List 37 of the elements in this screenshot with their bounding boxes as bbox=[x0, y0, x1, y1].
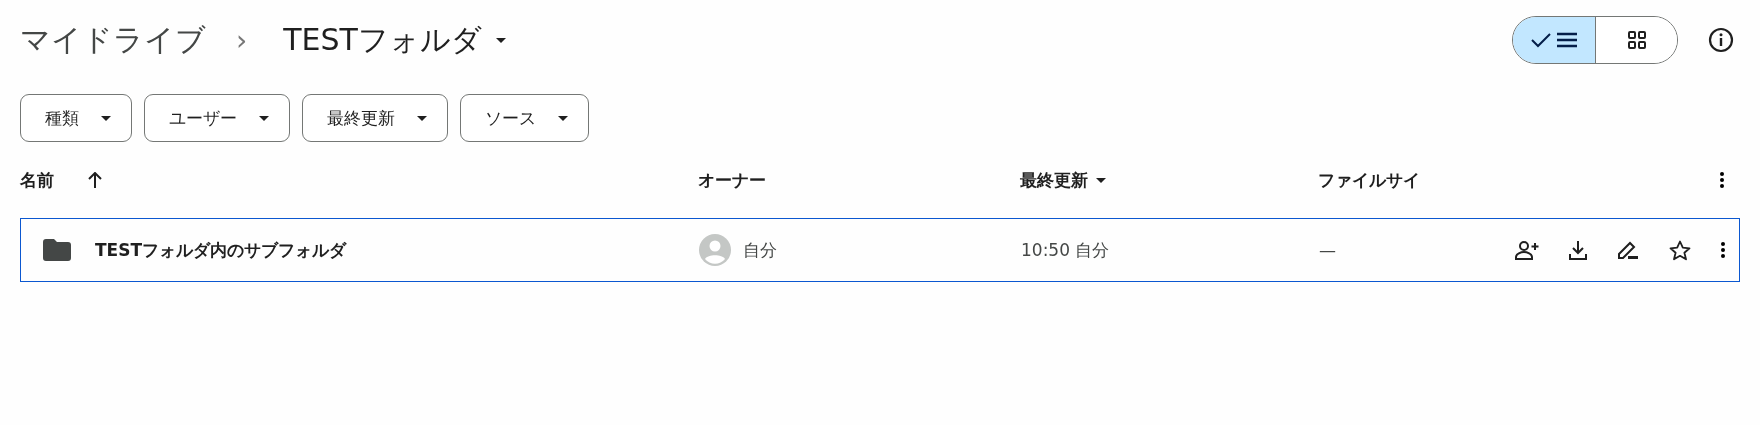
filter-chip[interactable]: 種類 bbox=[20, 94, 132, 142]
filter-chip[interactable]: 最終更新 bbox=[302, 94, 448, 142]
caret-icon bbox=[259, 115, 269, 121]
edit-pencil-icon[interactable] bbox=[1617, 240, 1639, 260]
sort-up-arrow-icon[interactable] bbox=[88, 172, 102, 188]
caret-icon bbox=[101, 115, 111, 121]
owner-text: 自分 bbox=[743, 238, 777, 262]
column-header[interactable]: 名前 bbox=[20, 168, 54, 192]
caret-icon bbox=[495, 37, 506, 43]
caret-icon bbox=[558, 115, 568, 121]
column-header[interactable]: オーナー bbox=[698, 168, 766, 192]
column-header[interactable]: 最終更新 bbox=[1020, 168, 1088, 192]
breadcrumb-link[interactable]: マイドライブ bbox=[20, 19, 206, 61]
modified-text: 10:50 自分 bbox=[1021, 239, 1110, 260]
avatar-icon bbox=[699, 234, 731, 266]
sort-down-caret-icon bbox=[1096, 177, 1106, 183]
file-name: TESTフォルダ内のサブフォルダ bbox=[95, 238, 347, 262]
grid-icon bbox=[1627, 31, 1646, 49]
column-header[interactable]: ファイルサイ bbox=[1318, 168, 1420, 192]
grid-view-button[interactable] bbox=[1595, 17, 1677, 63]
breadcrumb-separator: › bbox=[236, 23, 248, 57]
star-icon[interactable] bbox=[1669, 239, 1691, 261]
check-icon bbox=[1531, 32, 1551, 48]
list-view-button[interactable] bbox=[1513, 17, 1595, 63]
download-icon[interactable] bbox=[1569, 240, 1587, 260]
folder-icon bbox=[43, 239, 71, 261]
more-icon[interactable] bbox=[1720, 172, 1724, 188]
current-folder-menu[interactable]: TESTフォルダ bbox=[283, 19, 514, 61]
size-text: — bbox=[1319, 240, 1336, 260]
list-icon bbox=[1557, 32, 1577, 48]
filter-chip[interactable]: ユーザー bbox=[144, 94, 290, 142]
file-row[interactable]: TESTフォルダ内のサブフォルダ 自分 10:50 自分 — bbox=[20, 218, 1740, 282]
filter-chip[interactable]: ソース bbox=[460, 94, 589, 142]
caret-icon bbox=[417, 115, 427, 121]
info-icon[interactable] bbox=[1708, 27, 1734, 53]
add-person-icon[interactable] bbox=[1515, 240, 1539, 260]
more-icon[interactable] bbox=[1721, 242, 1725, 258]
